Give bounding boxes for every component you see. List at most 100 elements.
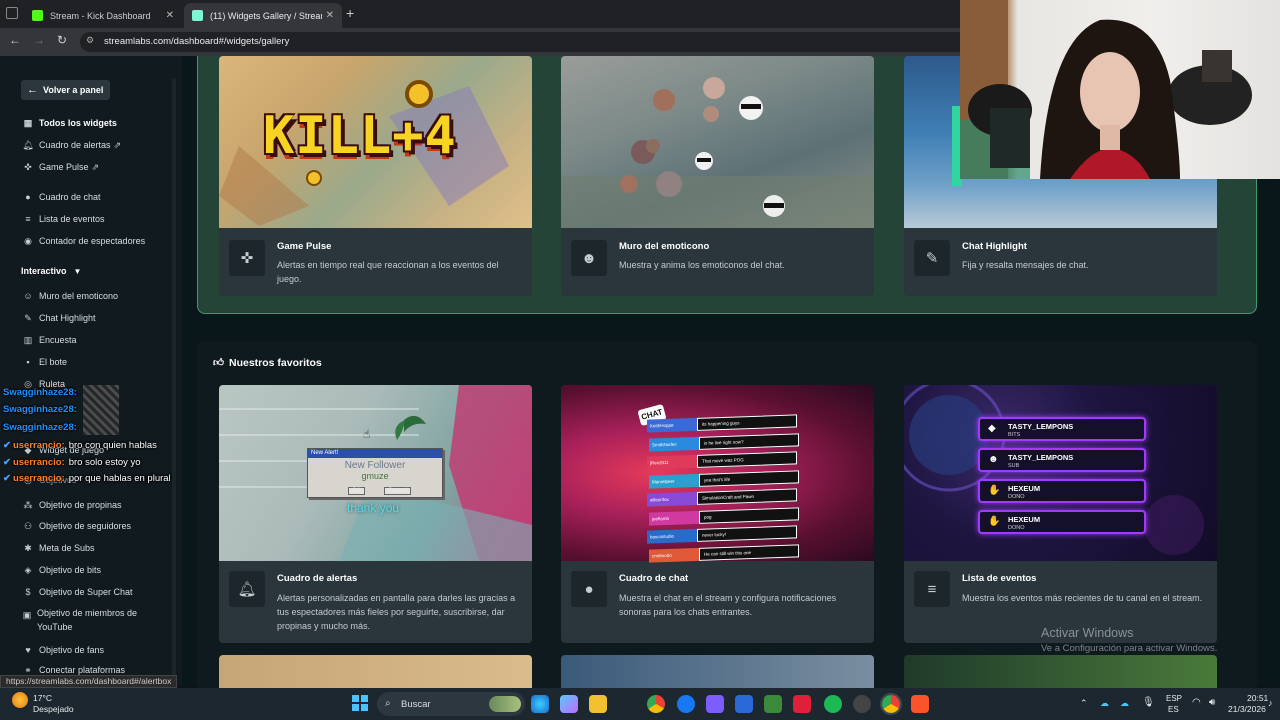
- weather-desc[interactable]: Despejado: [33, 704, 74, 714]
- sidebar-section-interactive[interactable]: Interactivo ▼: [21, 263, 81, 279]
- back-arrow-icon[interactable]: ←: [9, 33, 21, 47]
- gamepad-icon: ✜: [24, 161, 32, 172]
- new-tab-icon[interactable]: +: [346, 5, 354, 21]
- sidebar-item-emote-wall[interactable]: ☺ Muro del emoticono: [22, 288, 118, 304]
- eye-icon: ◉: [24, 235, 32, 246]
- widget-card-chat-box[interactable]: CHAT KeithHoppe its happening guys SmithNu…: [561, 385, 874, 643]
- chrome-icon[interactable]: [647, 695, 665, 713]
- sidebar-item-chat-highlight[interactable]: ✎ Chat Highlight: [22, 310, 95, 326]
- facebook-icon[interactable]: [677, 695, 695, 713]
- sidebar-item-superchat-goal[interactable]: $ Objetivo de Super Chat: [22, 584, 132, 600]
- star-icon: ✱: [24, 542, 32, 553]
- language-top[interactable]: ESP: [1166, 694, 1182, 703]
- chat-thumb-row: bascostudio never lucky!: [647, 525, 797, 544]
- sidebar-item-all-widgets[interactable]: ▦ Todos los widgets: [22, 115, 117, 131]
- microphone-icon[interactable]: 🎙︎: [1142, 697, 1155, 708]
- tab-label: Stream - Kick Dashboard: [50, 10, 151, 21]
- game-pulse-thumbnail: KILL+4: [219, 56, 532, 228]
- badge-check-icon: ✔: [3, 456, 11, 468]
- volume-icon[interactable]: 🔊︎: [1209, 697, 1215, 708]
- sidebar-item-youtube-members-goal[interactable]: ▣ Objetivo de miembros de YouTube: [22, 606, 152, 634]
- sidebar-item-fans-goal[interactable]: ♥ Objetivo de fans: [22, 642, 104, 658]
- close-tab-icon[interactable]: ✕: [166, 10, 174, 21]
- chat-thumb-row: Marvelpeer yea that's life: [649, 469, 799, 489]
- minecraft-icon[interactable]: [764, 695, 782, 713]
- gamepad-icon: ✜: [229, 240, 265, 276]
- event-thumb-name: HEXEUM: [1008, 515, 1041, 524]
- sidebar-item-viewer-count[interactable]: ◉ Contador de espectadores: [22, 233, 145, 249]
- brave-icon[interactable]: [911, 695, 929, 713]
- kill-counter-text: KILL+4: [263, 106, 457, 166]
- site-info-icon[interactable]: ⚙: [86, 35, 98, 47]
- sidebar-scrollbar[interactable]: [172, 78, 176, 678]
- event-thumb-icon: ☻: [988, 454, 999, 465]
- card-description: Fija y resalta mensajes de chat.: [962, 260, 1089, 270]
- chat-thumb-row: jeeflamb pog: [649, 506, 799, 526]
- widget-card-event-list[interactable]: ◆ TASTY_LEMPONS BITS ☻ TASTY_LEMPONS SUB ✋ HEXE…: [904, 385, 1217, 643]
- chat-thumb-row: allisonfox SimulationCraft and Pawn: [647, 488, 797, 507]
- emote-image: [83, 385, 119, 435]
- card-title: Chat Highlight: [962, 241, 1027, 252]
- dialog-ok-button: OK: [348, 487, 365, 495]
- clock-time[interactable]: 20:51: [1247, 693, 1268, 703]
- favorites-heading: 👍︎ Nuestros favoritos: [213, 356, 322, 369]
- tab-kick-dashboard[interactable]: Stream - Kick Dashboard ✕: [24, 3, 182, 28]
- sidebar-item-bits-goal[interactable]: ◈ Objetivo de bits: [22, 562, 102, 578]
- weather-temp[interactable]: 17°C: [33, 693, 52, 703]
- chat-message: bro solo estoy yo: [68, 456, 141, 468]
- notification-bell-icon[interactable]: ♪: [1268, 698, 1273, 708]
- emoji-icon: ☻: [571, 240, 607, 276]
- sidebar-item-pot[interactable]: ▪ El bote: [22, 354, 67, 370]
- copilot-icon[interactable]: [560, 695, 578, 713]
- back-to-panel-button[interactable]: ← Volver a panel: [21, 80, 111, 100]
- close-tab-icon[interactable]: ✕: [326, 10, 334, 21]
- favorites-title: Nuestros favoritos: [228, 357, 322, 369]
- chat-overlay-line: Swagginhaze28:: [3, 384, 77, 400]
- sidebar-item-poll[interactable]: ▥ Encuesta: [22, 332, 77, 348]
- chat-thumb-user: allisonfox: [647, 491, 697, 507]
- winrar-icon[interactable]: [793, 695, 811, 713]
- dollar-icon: $: [25, 587, 31, 597]
- obs-icon[interactable]: [853, 695, 871, 713]
- event-thumb-row: ✋ HEXEUM DONO: [978, 479, 1146, 503]
- chat-overlay-line: Swagginhaze28:: [3, 401, 77, 417]
- sidebar-item-label: Lista de eventos: [39, 214, 105, 224]
- widget-card-game-pulse[interactable]: KILL+4 ✜ Game Pulse Alertas en tiempo re…: [219, 56, 532, 296]
- sidebar-item-event-list[interactable]: ≡ Lista de eventos: [22, 211, 105, 227]
- weather-sun-icon[interactable]: [12, 692, 28, 708]
- forward-arrow-icon[interactable]: →: [33, 33, 45, 47]
- dialog-cancel-button: Cancel: [384, 487, 411, 495]
- sidebar-item-alert-box[interactable]: 🔔︎ Cuadro de alertas ⇗: [22, 137, 121, 153]
- chrome-active-icon[interactable]: [880, 693, 902, 715]
- windows-start-icon[interactable]: [352, 695, 368, 711]
- chat-thumb-user: KeithHoppe: [647, 417, 697, 433]
- card-description: Muestra los eventos más recientes de tu …: [962, 593, 1203, 603]
- app-icon[interactable]: [706, 695, 724, 713]
- widget-card-emote-wall[interactable]: ☻ Muro del emoticono Muestra y anima los…: [561, 56, 874, 296]
- dialog-line1: New Follower: [344, 460, 406, 471]
- tab-widgets-gallery[interactable]: (11) Widgets Gallery / Streamlabs ✕: [184, 3, 342, 28]
- sidebar-item-follower-goal[interactable]: ⚇ Objetivo de seguidores: [22, 518, 131, 534]
- sidebar-item-label: Encuesta: [39, 335, 77, 345]
- webcam-overlay: [960, 0, 1280, 179]
- language-bottom[interactable]: ES: [1168, 705, 1179, 714]
- sidebar-item-game-pulse[interactable]: ✜ Game Pulse ⇗: [22, 159, 99, 175]
- spotify-icon[interactable]: [824, 695, 842, 713]
- coins-icon: ⁂: [23, 499, 33, 510]
- chat-box-thumbnail: CHAT KeithHoppe its happening guys SmithNu…: [561, 385, 874, 563]
- store-icon[interactable]: [735, 695, 753, 713]
- tray-chevron-icon[interactable]: ⌃: [1080, 698, 1088, 709]
- sidebar-item-tip-goal[interactable]: ⁂ Objetivo de propinas: [22, 497, 122, 513]
- wifi-icon[interactable]: ◠: [1192, 697, 1201, 708]
- alert-box-thumbnail: New Alert! New Follower gmuze OK Cancel …: [219, 385, 532, 561]
- tray-cloud-icon[interactable]: ☁: [1100, 698, 1109, 709]
- tab-list-icon[interactable]: [6, 7, 18, 19]
- tray-onedrive-icon[interactable]: ☁: [1120, 698, 1129, 709]
- sidebar-item-chat-box[interactable]: ● Cuadro de chat: [22, 189, 100, 205]
- edge-icon[interactable]: [531, 695, 549, 713]
- reload-icon[interactable]: ↻: [57, 33, 67, 47]
- file-explorer-icon[interactable]: [589, 695, 607, 713]
- clock-date[interactable]: 21/3/2026: [1228, 704, 1266, 714]
- widget-card-alert-box[interactable]: New Alert! New Follower gmuze OK Cancel …: [219, 385, 532, 643]
- sidebar-item-sub-goal[interactable]: ✱ Meta de Subs: [22, 540, 94, 556]
